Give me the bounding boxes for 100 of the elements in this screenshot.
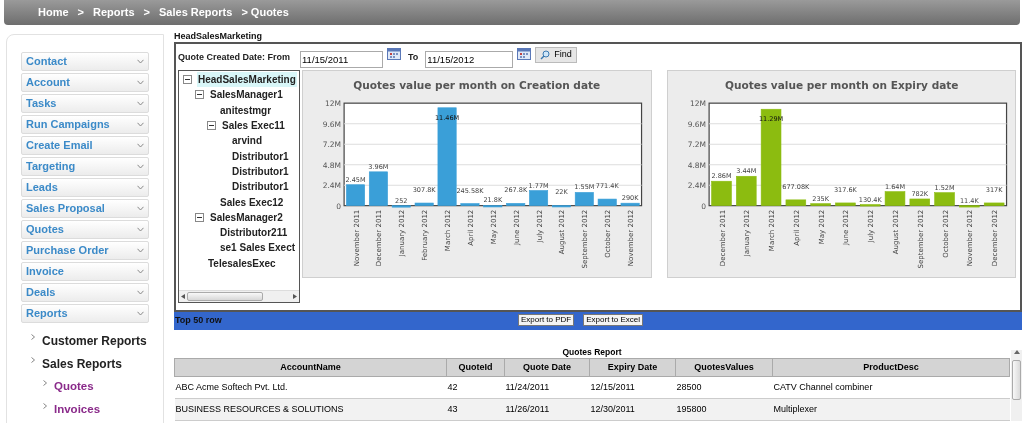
breadcrumb-separator: > Quotes [241, 5, 289, 21]
bar[interactable] [414, 202, 434, 206]
arrow-left-icon[interactable] [181, 294, 185, 299]
collapse-toggle[interactable] [183, 75, 192, 85]
table-cell: 42 [446, 376, 505, 399]
bar[interactable] [506, 203, 526, 206]
caret-right-icon [31, 333, 35, 340]
bar[interactable] [710, 180, 732, 206]
bar[interactable] [760, 108, 781, 206]
tree-node[interactable]: Distributor1 [231, 148, 290, 164]
bar[interactable] [574, 192, 594, 206]
column-header[interactable]: Expiry Date [589, 358, 676, 377]
vertical-scrollbar[interactable] [1011, 350, 1022, 421]
chevron-down-icon [137, 164, 144, 169]
chevron-down-icon [137, 311, 144, 316]
arrow-up-icon[interactable] [1013, 350, 1020, 354]
export-button[interactable]: Export to Excel [583, 314, 644, 326]
filter-label: To [408, 51, 419, 65]
tree-node[interactable]: arvind [231, 133, 263, 149]
chevron-down-icon [137, 122, 144, 127]
menu-item[interactable]: Contact [21, 52, 149, 71]
minus-icon [209, 123, 214, 129]
chevron-down-icon [137, 101, 144, 106]
tree-node[interactable]: TelesalesExec [207, 255, 277, 271]
table-cell: 43 [446, 398, 505, 421]
chevron-down-icon [137, 143, 144, 148]
column-header[interactable]: QuoteId [446, 358, 505, 377]
tree-node[interactable]: Sales Exec12 [219, 194, 285, 210]
collapse-toggle[interactable] [207, 121, 216, 131]
date-field[interactable]: 11/15/2012 [425, 51, 514, 68]
bar[interactable] [460, 203, 480, 206]
tree-node[interactable]: se1 Sales Exect [219, 240, 297, 256]
tree-node[interactable]: Distributor1 [231, 163, 290, 179]
report-link[interactable]: Sales Reports [42, 354, 123, 373]
minus-icon [197, 92, 202, 98]
breadcrumb-link[interactable]: Reports [93, 4, 135, 21]
bar[interactable] [620, 202, 640, 206]
horizontal-scrollbar[interactable] [179, 290, 299, 302]
bar[interactable] [437, 107, 457, 206]
caret-right-icon [43, 402, 47, 409]
bar[interactable] [529, 190, 549, 206]
breadcrumb-separator: > [143, 5, 150, 21]
chevron-down-icon [137, 206, 144, 211]
bar[interactable] [809, 203, 831, 206]
chevron-down-icon [137, 59, 144, 64]
bar[interactable] [597, 198, 617, 206]
date-field[interactable]: 11/15/2011 [300, 51, 384, 68]
arrow-right-icon[interactable] [293, 294, 297, 299]
column-header[interactable]: Quote Date [504, 358, 590, 377]
tree-node[interactable]: Distributor1 [231, 179, 290, 195]
breadcrumb-link[interactable]: Home [38, 4, 69, 21]
report-link[interactable]: Quotes [54, 377, 94, 396]
export-button[interactable]: Export to PDF [518, 314, 575, 326]
chevron-down-icon [137, 185, 144, 190]
chevron-down-icon [137, 290, 144, 295]
table-cell: CATV Channel combiner [772, 376, 1010, 399]
bar[interactable] [391, 205, 411, 208]
bar[interactable] [834, 202, 856, 206]
collapse-toggle[interactable] [195, 212, 204, 222]
bar[interactable] [958, 205, 980, 208]
find-button[interactable]: Find [535, 47, 577, 63]
chevron-down-icon [137, 269, 144, 274]
collapse-toggle[interactable] [195, 90, 204, 100]
bar[interactable] [483, 205, 503, 208]
column-header[interactable]: ProductDesc [772, 358, 1010, 377]
table-cell: 195800 [675, 398, 773, 421]
caret-right-icon [31, 356, 35, 363]
bar[interactable] [983, 202, 1004, 206]
page-title: HeadSalesMarketing [174, 30, 264, 42]
tree-node[interactable]: SalesManager2 [209, 209, 284, 225]
tree-node[interactable]: SalesManager1 [209, 87, 284, 103]
tree-node[interactable]: HeadSalesMarketing [197, 72, 297, 88]
column-header[interactable]: AccountName [174, 358, 447, 377]
minus-icon [197, 214, 202, 220]
bar[interactable] [785, 199, 806, 206]
minus-icon [185, 77, 190, 83]
table-cell: 12/30/2011 [589, 398, 676, 421]
toolbar-label: Top 50 row [175, 314, 222, 328]
report-link[interactable]: Customer Reports [42, 331, 147, 350]
bar[interactable] [884, 191, 905, 206]
bar[interactable] [909, 198, 930, 206]
report-link[interactable]: Invoices [54, 400, 101, 419]
chart-title: Quotes value per month on Creation date [353, 79, 601, 92]
bar[interactable] [368, 171, 388, 206]
breadcrumb-separator: > [77, 5, 84, 21]
table-cell: ABC Acme Softech Pvt. Ltd. [174, 376, 447, 399]
tree-node[interactable]: Sales Exec11 [221, 118, 286, 134]
calendar-icon[interactable] [517, 47, 532, 60]
calendar-icon[interactable] [387, 47, 402, 60]
table-cell: 11/26/2011 [504, 398, 590, 421]
chevron-down-icon [137, 227, 144, 232]
column-header[interactable]: QuotesValues [675, 358, 773, 377]
bar[interactable] [735, 175, 756, 206]
table-cell: BUSINESS RESOURCES & SOLUTIONS [174, 398, 447, 421]
breadcrumb-link[interactable]: Sales Reports [159, 4, 233, 21]
bar[interactable] [933, 192, 955, 206]
table-cell: 12/15/2011 [589, 376, 676, 399]
bar[interactable] [552, 205, 571, 208]
tree-node[interactable]: anitestmgr [219, 102, 273, 118]
tree-node[interactable]: Distributor211 [219, 225, 289, 241]
